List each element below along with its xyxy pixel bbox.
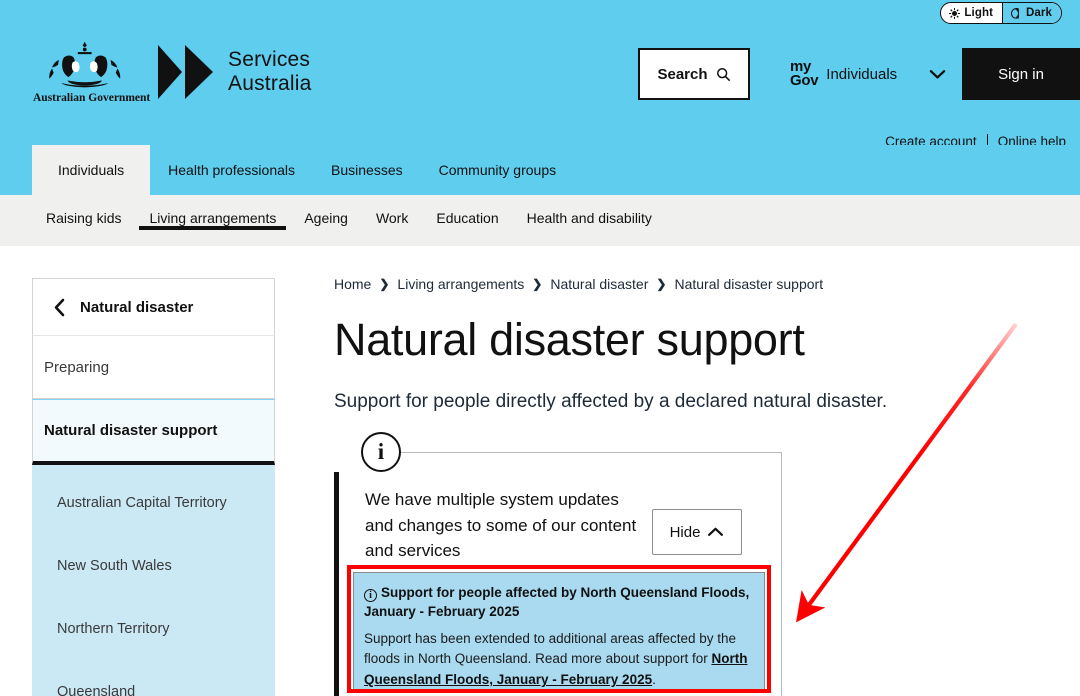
notice-message: We have multiple system updates and chan… <box>365 490 637 561</box>
subtab-living-arrangements-label: Living arrangements <box>149 210 277 226</box>
tab-businesses-label: Businesses <box>331 162 403 178</box>
australian-government-crest: Australian Government <box>33 40 151 104</box>
sidebar-subitem-nt[interactable]: Northern Territory <box>32 597 275 660</box>
search-button-label: Search <box>657 65 708 83</box>
theme-option-dark[interactable]: Dark <box>1002 3 1061 23</box>
tab-businesses[interactable]: Businesses <box>313 145 421 195</box>
breadcrumb-home[interactable]: Home <box>334 276 371 292</box>
chevron-up-icon <box>708 527 724 537</box>
breadcrumb-chevron-icon: ❯ <box>379 277 390 291</box>
section-sidebar: Natural disaster Preparing Natural disas… <box>32 278 275 696</box>
search-button[interactable]: Search <box>638 48 750 100</box>
secondary-nav-items: Raising kids Living arrangements Ageing … <box>0 195 1080 246</box>
subtab-living-arrangements[interactable]: Living arrangements <box>135 195 290 230</box>
subtab-raising-kids-label: Raising kids <box>46 210 122 226</box>
breadcrumb-natural-disaster[interactable]: Natural disaster <box>550 276 648 292</box>
mygov-audience-selector[interactable]: my Gov Individuals <box>772 48 962 100</box>
sidebar-subitem-qld-label: Queensland <box>57 683 136 696</box>
tab-community-groups-label: Community groups <box>438 162 557 178</box>
moon-icon <box>1011 8 1022 19</box>
theme-bar: Light Dark <box>0 0 1080 26</box>
sidebar-subitem-qld[interactable]: Queensland <box>32 660 275 696</box>
page-root: Light Dark Australian Government Service… <box>0 0 1080 696</box>
primary-tabbar: Individuals Health professionals Busines… <box>0 145 1080 195</box>
tab-community-groups[interactable]: Community groups <box>421 145 575 195</box>
primary-tabs: Individuals Health professionals Busines… <box>0 145 1080 195</box>
sidebar-subitem-act[interactable]: Australian Capital Territory <box>32 471 275 534</box>
tab-individuals-label: Individuals <box>58 162 125 178</box>
chevron-down-icon <box>929 69 946 79</box>
sidebar-subitem-nsw[interactable]: New South Wales <box>32 534 275 597</box>
sidebar-subitem-nt-label: Northern Territory <box>57 620 170 637</box>
main-content: Home ❯ Living arrangements ❯ Natural dis… <box>334 276 1034 696</box>
subtab-work[interactable]: Work <box>362 195 422 226</box>
sign-in-button[interactable]: Sign in <box>962 48 1080 100</box>
hide-button-label: Hide <box>669 523 701 541</box>
breadcrumb-chevron-icon: ❯ <box>656 277 667 291</box>
mygov-mark-line-2: Gov <box>790 72 819 89</box>
subtab-education[interactable]: Education <box>422 195 512 226</box>
theme-dark-label: Dark <box>1026 7 1052 19</box>
subtab-work-label: Work <box>375 210 409 226</box>
info-circle-icon: i <box>361 432 401 473</box>
page-lede: Support for people directly affected by … <box>334 391 888 413</box>
crest-caption: Australian Government <box>33 92 151 104</box>
mygov-logo: my Gov <box>790 59 819 89</box>
subtab-health-and-disability[interactable]: Health and disability <box>513 195 666 226</box>
subtab-ageing[interactable]: Ageing <box>290 195 362 226</box>
subtab-education-label: Education <box>436 210 499 226</box>
coat-of-arms-icon <box>49 41 121 88</box>
notice-header-row: We have multiple system updates and chan… <box>339 453 781 564</box>
sidebar-subitem-nsw-label: New South Wales <box>57 557 172 574</box>
sign-in-label: Sign in <box>998 65 1044 83</box>
secondary-navbar: Raising kids Living arrangements Ageing … <box>0 195 1080 246</box>
subtab-health-and-disability-label: Health and disability <box>526 210 652 226</box>
tab-health-professionals[interactable]: Health professionals <box>150 145 313 195</box>
sidebar-item-preparing-label: Preparing <box>44 358 110 376</box>
system-updates-notice: i We have multiple system updates and ch… <box>334 432 782 696</box>
subtab-raising-kids[interactable]: Raising kids <box>32 195 135 226</box>
sidebar-item-natural-disaster-support[interactable]: Natural disaster support <box>32 399 275 465</box>
sun-icon <box>949 8 960 19</box>
sidebar-sublist: Australian Capital Territory New South W… <box>32 465 275 696</box>
tab-health-professionals-label: Health professionals <box>168 162 296 178</box>
services-australia-logo[interactable]: Services Australia <box>155 41 312 103</box>
search-icon <box>716 67 730 81</box>
breadcrumb-current: Natural disaster support <box>674 276 824 292</box>
logo-line-2: Australia <box>228 72 312 95</box>
sidebar-back-link[interactable]: Natural disaster <box>32 278 275 336</box>
site-header: Australian Government Services Australia… <box>0 26 1080 149</box>
sidebar-back-label: Natural disaster <box>80 298 194 316</box>
tab-individuals[interactable]: Individuals <box>32 145 151 195</box>
subtab-ageing-label: Ageing <box>304 210 348 226</box>
hide-button[interactable]: Hide <box>652 509 742 556</box>
mygov-audience-label: Individuals <box>826 65 898 83</box>
breadcrumb-chevron-icon: ❯ <box>532 277 543 291</box>
sidebar-subitem-act-label: Australian Capital Territory <box>57 494 227 511</box>
breadcrumb: Home ❯ Living arrangements ❯ Natural dis… <box>334 276 1034 292</box>
logo-line-1: Services <box>228 48 311 72</box>
breadcrumb-living-arrangements[interactable]: Living arrangements <box>397 276 524 292</box>
theme-option-light[interactable]: Light <box>941 3 1002 23</box>
annotation-highlight-box <box>347 565 771 694</box>
sidebar-item-preparing[interactable]: Preparing <box>32 336 275 399</box>
theme-toggle[interactable]: Light Dark <box>940 2 1062 24</box>
page-title: Natural disaster support <box>334 314 805 365</box>
header-actions: Search my Gov Individuals Sign in <box>638 48 1080 100</box>
double-chevron-icon <box>158 45 213 99</box>
theme-light-label: Light <box>964 7 994 19</box>
sidebar-item-natural-disaster-support-label: Natural disaster support <box>44 422 218 439</box>
chevron-left-icon <box>54 298 65 316</box>
brand-lockup[interactable]: Australian Government Services Australia <box>33 40 312 104</box>
services-australia-wordmark: Services Australia <box>228 48 312 95</box>
